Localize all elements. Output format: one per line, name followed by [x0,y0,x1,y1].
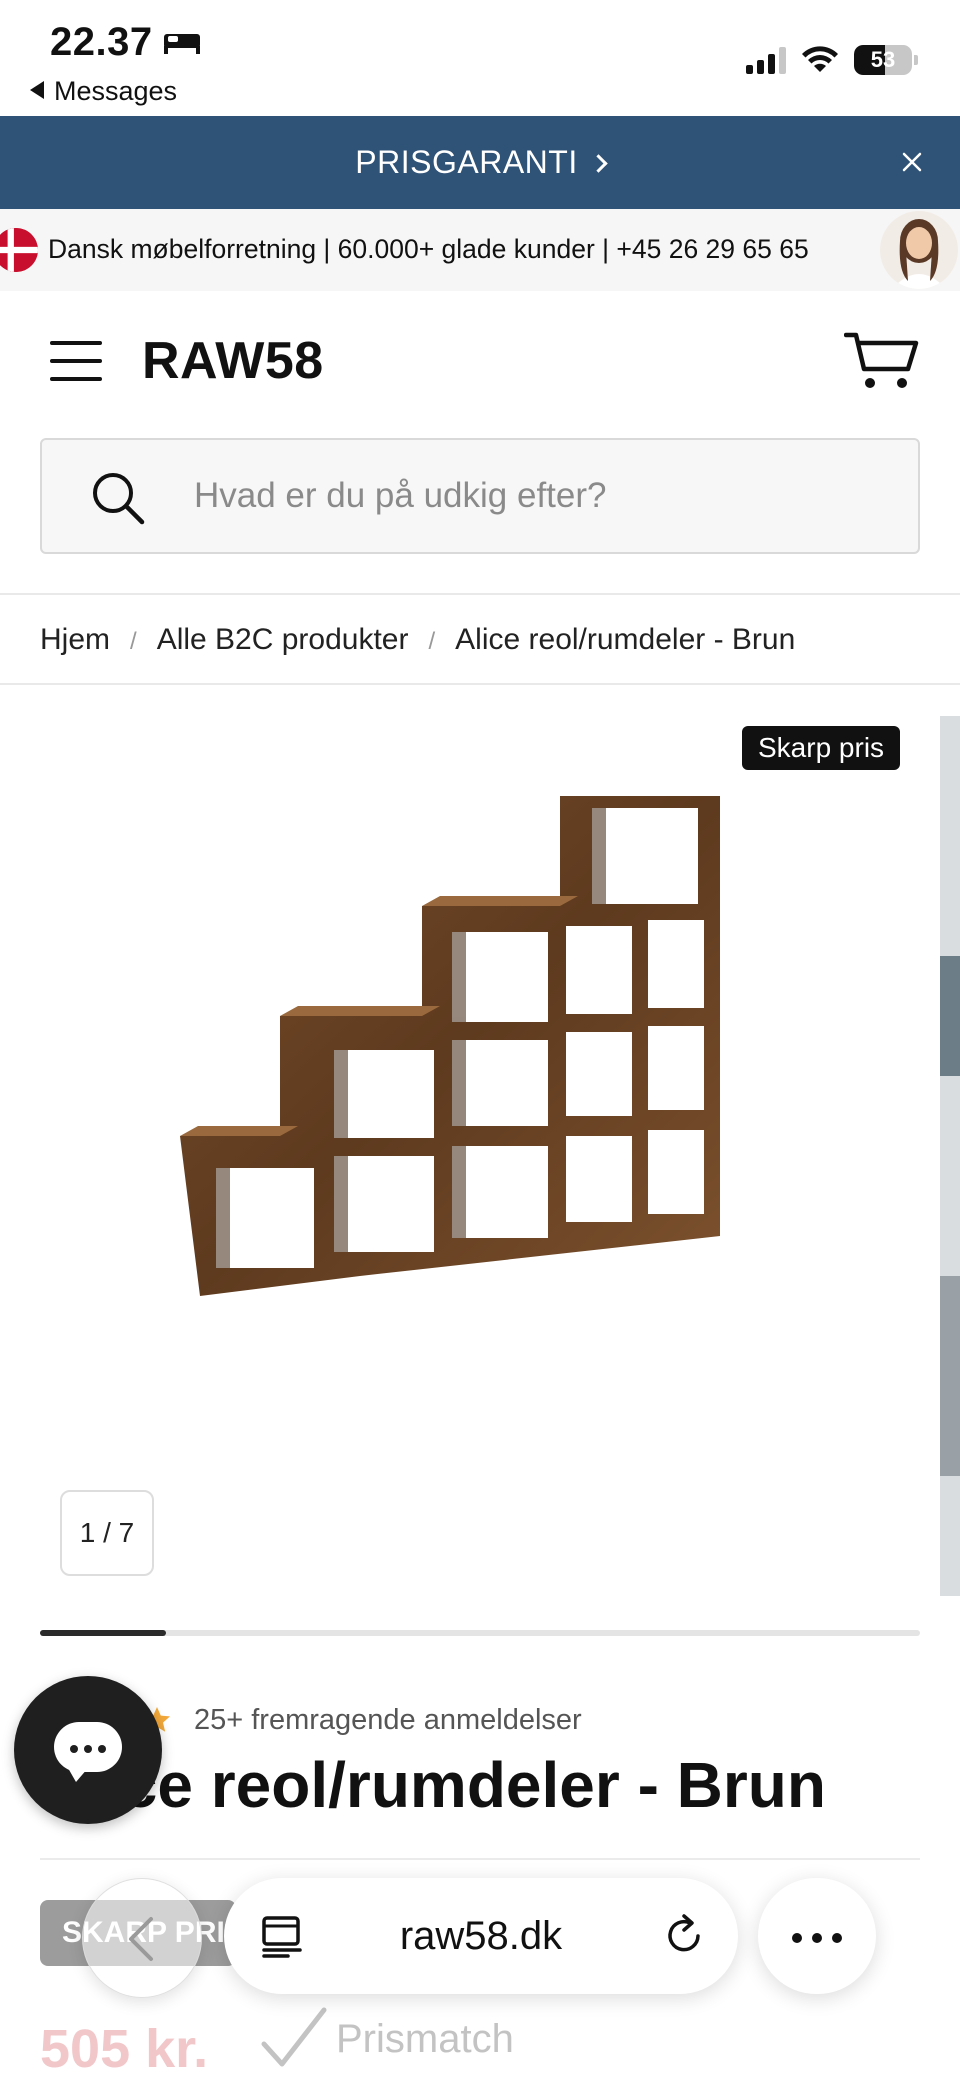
breadcrumb-separator: / [130,628,137,655]
bed-icon [164,34,200,54]
gallery-progress-fill [40,1630,166,1636]
breadcrumb: Hjem / Alle B2C produkter / Alice reol/rumde… [0,597,960,685]
product-price: 505 kr. [40,2019,209,2078]
hamburger-icon[interactable] [50,341,102,385]
battery-icon: 53 [854,45,912,75]
agent-avatar [880,211,958,289]
back-app-label: Messages [54,76,178,106]
wifi-icon [802,46,838,72]
back-triangle-icon [30,81,44,99]
chevron-left-icon [129,1917,153,1961]
cart-icon[interactable] [844,329,920,393]
site-logo[interactable]: RAW58 [142,331,324,391]
battery-percent: 53 [870,47,896,72]
checkmark-icon [261,2007,327,2067]
product-image[interactable] [160,796,810,1416]
browser-back-button[interactable] [82,1878,202,1998]
promo-banner[interactable]: PRISGARANTI [0,116,960,209]
address-bar[interactable]: raw58.dk [224,1878,738,1994]
breadcrumb-home[interactable]: Hjem [40,623,110,656]
chevron-right-icon [589,154,608,173]
search-input[interactable] [194,440,898,552]
breadcrumb-separator: / [428,628,436,655]
next-image-peek[interactable] [940,716,960,1596]
more-button[interactable] [758,1878,876,1994]
reload-icon[interactable] [662,1912,708,1960]
search-icon[interactable] [88,468,148,528]
breadcrumb-current: Alice reol/rumdeler - Brun [455,623,796,656]
search-box[interactable] [40,438,920,554]
url-text: raw58.dk [399,1914,563,1958]
site-header: RAW58 [0,291,960,595]
skarp-pris-badge: Skarp pris [742,726,901,770]
cellular-signal-icon [746,46,786,74]
announcement-bar: Dansk møbelforretning | 60.000+ glade ku… [0,209,960,291]
product-gallery[interactable]: Skarp pris 1 / 7 [0,686,960,1646]
reviews-text: 25+ fremragende anmeldelser [194,1703,582,1736]
gallery-progress [40,1630,920,1636]
chat-icon [54,1722,122,1782]
promo-label: PRISGARANTI [355,144,578,180]
promo-link[interactable]: PRISGARANTI [0,116,960,209]
image-counter: 1 / 7 [60,1490,154,1576]
announcement-text: Dansk møbelforretning | 60.000+ glade ku… [48,234,809,264]
status-time: 22.37 [50,20,153,64]
chat-button[interactable] [14,1676,162,1824]
more-icon [758,1930,876,1948]
close-icon[interactable] [894,144,930,180]
prismatch-text: Prismatch [336,2016,514,2061]
status-bar: 22.37 Messages 53 [0,0,960,116]
breadcrumb-category[interactable]: Alle B2C produkter [157,623,409,656]
back-to-app-link[interactable]: Messages [30,76,177,107]
status-indicators: 53 [746,42,918,78]
prismatch-label: Prismatch [258,2004,514,2074]
